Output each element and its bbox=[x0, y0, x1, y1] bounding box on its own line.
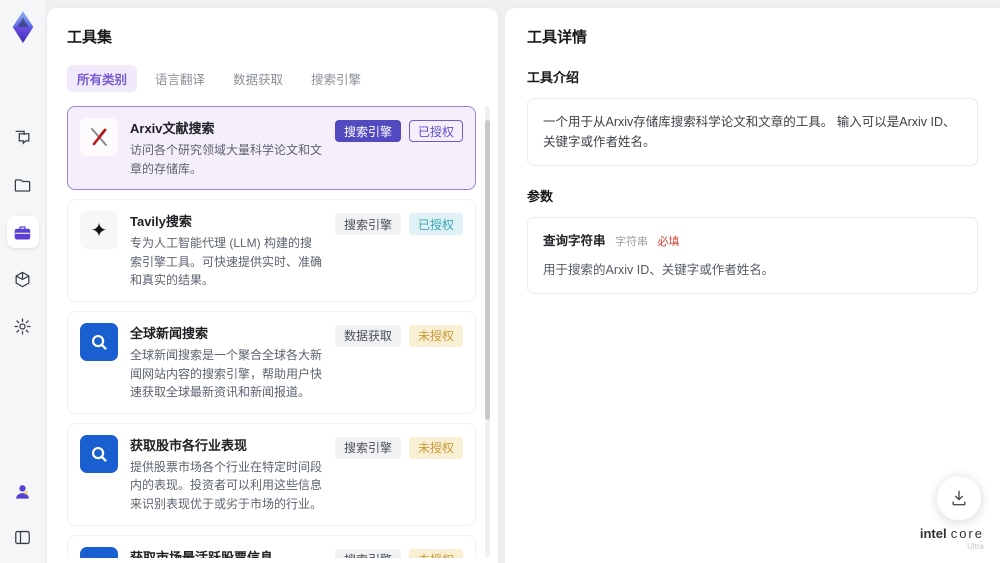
auth-status-badge: 未授权 bbox=[408, 548, 463, 558]
auth-status-badge: 已授权 bbox=[408, 213, 463, 236]
tool-name: Tavily搜索 bbox=[130, 214, 192, 230]
category-badge: 搜索引擎 bbox=[334, 120, 401, 142]
tab-all-categories[interactable]: 所有类别 bbox=[67, 65, 138, 92]
tab-translation[interactable]: 语言翻译 bbox=[145, 65, 215, 92]
user-icon bbox=[16, 484, 29, 499]
toolset-panel: 工具集 所有类别 语言翻译 数据获取 搜索引擎 Arxiv文献搜索 访问各个研究… bbox=[47, 8, 498, 563]
param-item: 查询字符串 字符串 必填 用于搜索的Arxiv ID、关键字或作者姓名。 bbox=[527, 217, 978, 294]
tool-name: 获取股市各行业表现 bbox=[130, 437, 248, 453]
download-button[interactable] bbox=[936, 475, 982, 521]
tavily-star-icon: ✦ bbox=[80, 211, 118, 250]
left-sidebar bbox=[0, 0, 45, 563]
collapse-sidebar-button[interactable] bbox=[7, 521, 39, 553]
tool-name: 全球新闻搜索 bbox=[130, 325, 209, 341]
briefcase-icon bbox=[14, 225, 31, 239]
category-badge: 搜索引擎 bbox=[334, 548, 401, 558]
param-name: 查询字符串 bbox=[543, 234, 606, 248]
ultra-badge: Ultra bbox=[967, 542, 984, 551]
gear-icon bbox=[14, 317, 31, 335]
tool-detail-panel: 工具详情 工具介绍 一个用于从Arxiv存储库搜索科学论文和文章的工具。 输入可… bbox=[505, 8, 1000, 563]
intel-core-logo: intel core Ultra bbox=[920, 526, 984, 551]
cube-icon bbox=[15, 271, 30, 287]
sidebar-item-files[interactable] bbox=[7, 169, 39, 201]
core-wordmark: core bbox=[950, 526, 984, 541]
tool-list: Arxiv文献搜索 访问各个研究领域大量科学论文和文章的存储库。 搜索引擎 已授… bbox=[67, 106, 498, 558]
tool-description: 提供股票市场各个行业在特定时间段内的表现。投资者可以利用这些信息来识别表现优于或… bbox=[130, 459, 323, 511]
news-search-icon bbox=[80, 434, 118, 473]
tool-description: 全球新闻搜索是一个聚合全球各大新闻网站内容的搜索引擎，帮助用户快速获取全球最新资… bbox=[130, 347, 323, 400]
category-badge: 搜索引擎 bbox=[334, 436, 401, 459]
intel-wordmark: intel bbox=[919, 526, 947, 541]
tool-card-tavily[interactable]: ✦ Tavily搜索 专为人工智能代理 (LLM) 构建的搜索引擎工具。可快速提… bbox=[67, 199, 476, 302]
panel-toggle-icon bbox=[15, 530, 30, 544]
arxiv-logo-icon bbox=[80, 118, 118, 156]
tool-name: 获取市场最活跃股票信息 bbox=[130, 549, 274, 558]
folder-icon bbox=[14, 178, 31, 192]
sidebar-item-settings[interactable] bbox=[7, 310, 39, 342]
news-search-icon bbox=[80, 546, 118, 558]
category-badge: 数据获取 bbox=[334, 324, 401, 347]
app-logo-icon bbox=[12, 11, 33, 43]
param-required-flag: 必填 bbox=[657, 236, 680, 248]
intro-heading: 工具介绍 bbox=[527, 70, 580, 85]
auth-status-badge: 已授权 bbox=[408, 120, 463, 142]
params-heading: 参数 bbox=[527, 189, 554, 204]
scrollbar-thumb[interactable] bbox=[485, 120, 490, 420]
auth-status-badge: 未授权 bbox=[408, 324, 463, 347]
sidebar-item-chat[interactable] bbox=[7, 122, 39, 154]
auth-status-badge: 未授权 bbox=[408, 436, 463, 459]
param-description: 用于搜索的Arxiv ID、关键字或作者姓名。 bbox=[543, 262, 775, 277]
chat-icon bbox=[15, 130, 30, 145]
tool-card-arxiv[interactable]: Arxiv文献搜索 访问各个研究领域大量科学论文和文章的存储库。 搜索引擎 已授… bbox=[67, 106, 476, 191]
tool-card-global-news[interactable]: 全球新闻搜索 全球新闻搜索是一个聚合全球各大新闻网站内容的搜索引擎，帮助用户快速… bbox=[67, 310, 476, 414]
page-title: 工具集 bbox=[67, 29, 113, 46]
profile-avatar[interactable] bbox=[7, 475, 39, 507]
tab-search-engine[interactable]: 搜索引擎 bbox=[301, 65, 371, 92]
tool-description: 访问各个研究领域大量科学论文和文章的存储库。 bbox=[130, 143, 323, 176]
category-tabs: 所有类别 语言翻译 数据获取 搜索引擎 bbox=[67, 65, 498, 92]
category-badge: 搜索引擎 bbox=[334, 213, 401, 236]
tab-data-fetch[interactable]: 数据获取 bbox=[223, 65, 293, 92]
sidebar-item-models[interactable] bbox=[7, 263, 39, 295]
tool-description: 专为人工智能代理 (LLM) 构建的搜索引擎工具。可快速提供实时、准确和真实的结… bbox=[130, 236, 323, 288]
news-search-icon bbox=[80, 322, 118, 361]
param-type: 字符串 bbox=[615, 236, 648, 248]
detail-title: 工具详情 bbox=[527, 29, 588, 46]
intro-text: 一个用于从Arxiv存储库搜索科学论文和文章的工具。 输入可以是Arxiv ID… bbox=[527, 98, 978, 166]
tool-name: Arxiv文献搜索 bbox=[130, 121, 215, 136]
tool-card-most-active-stocks[interactable]: 获取市场最活跃股票信息 提供当天交易量最高的股票列表。投资者可以利用这些信息来识… bbox=[67, 534, 476, 558]
download-icon bbox=[952, 490, 966, 506]
tool-card-sector-performance[interactable]: 获取股市各行业表现 提供股票市场各个行业在特定时间段内的表现。投资者可以利用这些… bbox=[67, 422, 476, 526]
sidebar-item-toolset[interactable] bbox=[6, 216, 39, 248]
